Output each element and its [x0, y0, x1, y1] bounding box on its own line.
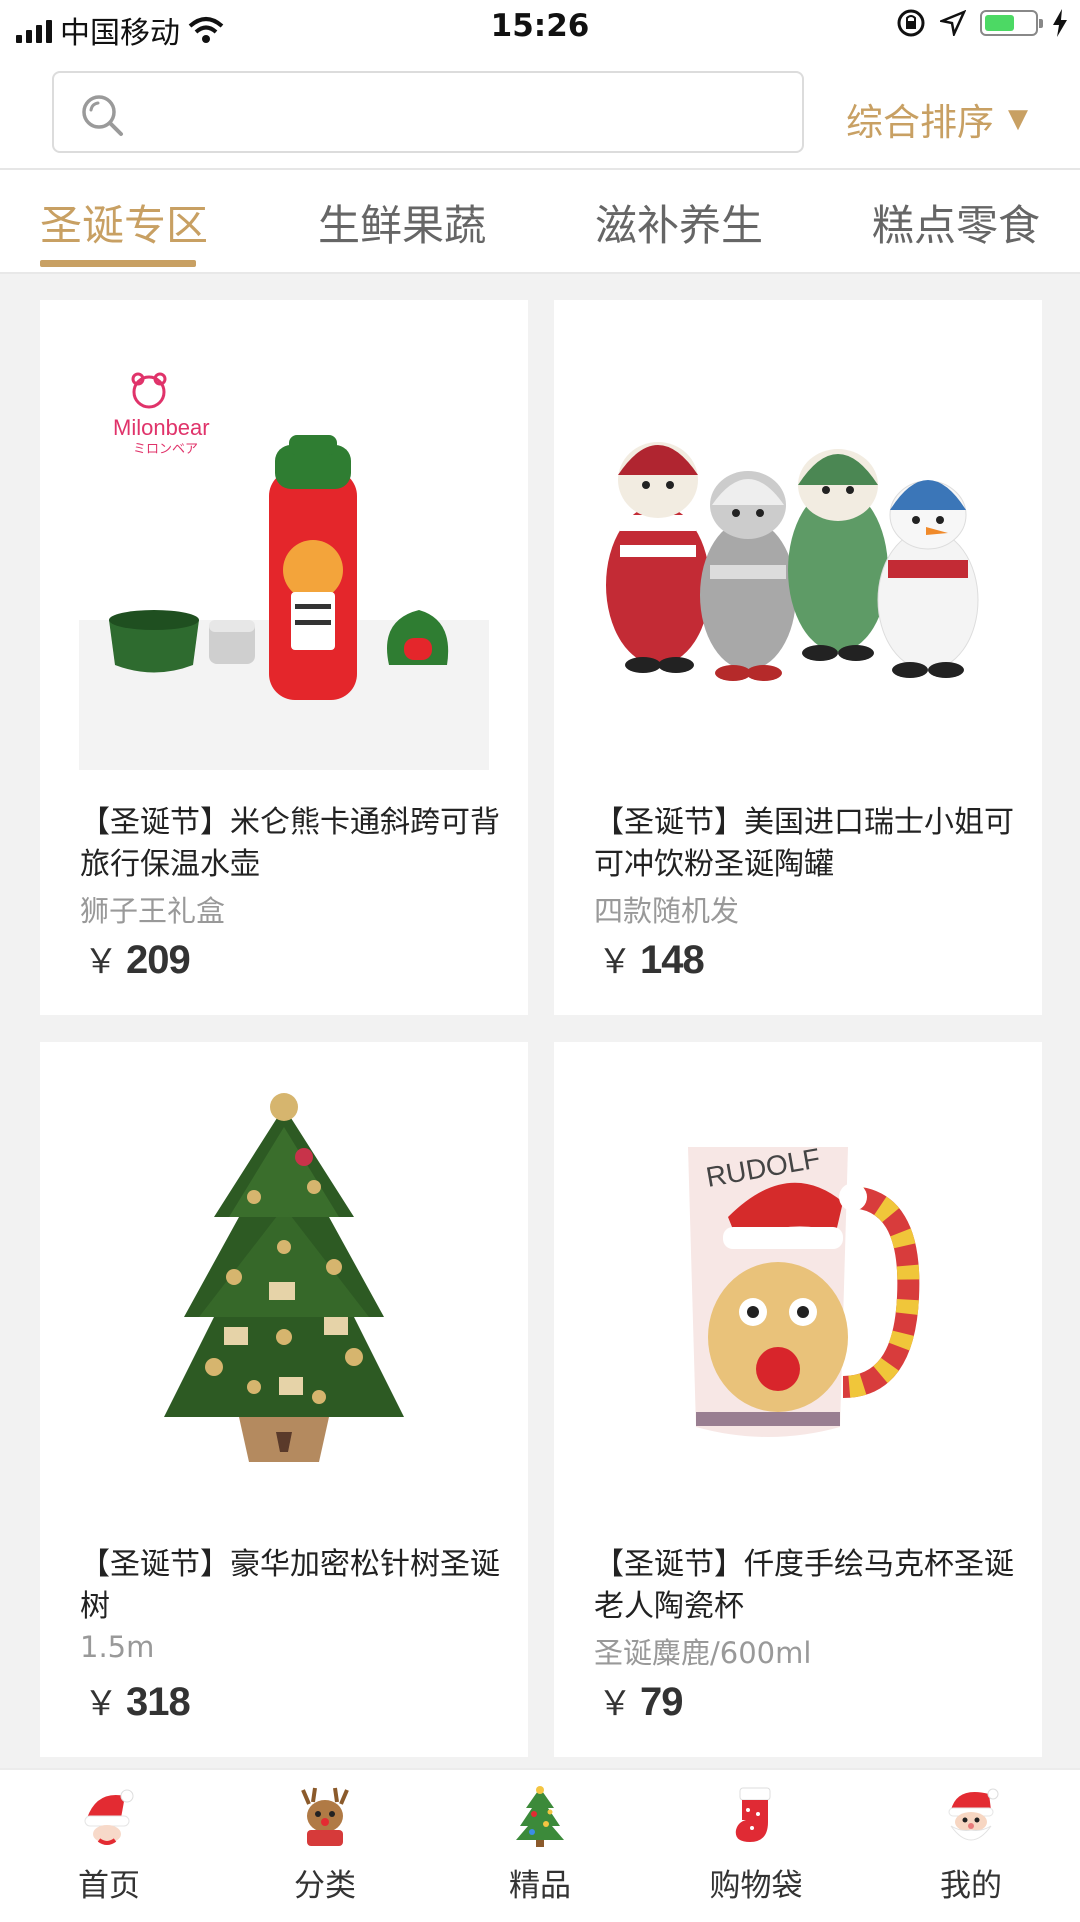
product-title: 【圣诞节】米仑熊卡通斜跨可背旅行保温水壶: [80, 805, 500, 882]
nav-label: 精品: [509, 1868, 571, 1904]
currency-symbol: ￥: [84, 942, 118, 982]
currency-symbol: ￥: [598, 1684, 632, 1724]
currency-symbol: ￥: [598, 942, 632, 982]
svg-text:ミロンベア: ミロンベア: [133, 442, 198, 457]
product-image: [40, 1042, 528, 1532]
price-value: 148: [640, 938, 705, 982]
product-card[interactable]: 【圣诞节】豪华加密松针树圣诞树 1.5m ￥ 318: [40, 1042, 528, 1757]
sort-label: 综合排序: [846, 101, 994, 144]
stocking-icon: [735, 1787, 771, 1842]
category-tabs: 圣诞专区 生鲜果蔬 滋补养生 糕点零食: [0, 170, 1080, 274]
product-subtitle: 四款随机发: [594, 894, 740, 928]
search-icon: [82, 95, 123, 136]
battery-icon: [980, 10, 1043, 36]
product-title: 【圣诞节】仟度手绘马克杯圣诞老人陶瓷杯: [594, 1547, 1014, 1624]
search-bar: 综合排序 ▼: [0, 54, 1080, 170]
santa-hat-icon: [84, 1789, 134, 1845]
christmas-tree-icon: [516, 1786, 564, 1847]
cocoa-jars-image: [588, 335, 1008, 755]
tab-christmas[interactable]: 圣诞专区: [40, 192, 208, 253]
product-price: ￥ 79: [598, 1676, 683, 1725]
product-card[interactable]: Milonbear ミロンベア 【圣诞节】米仑熊卡通斜跨可背旅行保温水壶 狮子王…: [40, 300, 528, 1015]
nav-featured[interactable]: 精品: [465, 1784, 615, 1905]
product-image: Milonbear ミロンベア: [40, 300, 528, 790]
product-title: 【圣诞节】美国进口瑞士小姐可可冲饮粉圣诞陶罐: [594, 805, 1014, 882]
product-image: [554, 300, 1042, 790]
product-card[interactable]: RUDOLF 【圣诞节】仟度手绘马克杯圣诞老人陶瓷杯 圣诞麋鹿/600ml ￥ …: [554, 1042, 1042, 1757]
product-price: ￥ 318: [84, 1676, 191, 1725]
charging-icon: [1053, 9, 1067, 37]
price-value: 318: [126, 1680, 191, 1724]
location-icon: [940, 10, 966, 36]
price-value: 79: [640, 1680, 683, 1724]
currency-symbol: ￥: [84, 1684, 118, 1724]
nav-category[interactable]: 分类: [250, 1784, 400, 1905]
rotation-lock-icon: [897, 9, 925, 37]
product-subtitle: 狮子王礼盒: [80, 894, 226, 928]
product-card[interactable]: 【圣诞节】美国进口瑞士小姐可可冲饮粉圣诞陶罐 四款随机发 ￥ 148: [554, 300, 1042, 1015]
svg-text:Milonbear: Milonbear: [113, 415, 210, 440]
search-input[interactable]: [154, 83, 778, 143]
thermos-bottle-image: Milonbear ミロンベア: [79, 320, 489, 770]
product-image: RUDOLF: [554, 1042, 1042, 1532]
search-box[interactable]: [52, 71, 804, 153]
chevron-down-icon: ▼: [1008, 104, 1028, 134]
status-right: [896, 8, 1068, 38]
santa-face-icon: [948, 1788, 999, 1841]
reindeer-icon: [301, 1787, 349, 1846]
product-subtitle: 圣诞麋鹿/600ml: [594, 1636, 812, 1670]
tab-snacks[interactable]: 糕点零食: [872, 192, 1040, 253]
nav-label: 我的: [940, 1868, 1002, 1904]
bottom-navigation: 首页 分类 精品 购物袋 我的: [0, 1768, 1080, 1922]
nav-profile[interactable]: 我的: [896, 1784, 1046, 1905]
nav-label: 购物袋: [709, 1868, 803, 1904]
product-price: ￥ 148: [598, 934, 705, 983]
price-value: 209: [126, 938, 191, 982]
tab-health[interactable]: 滋补养生: [595, 192, 763, 253]
nav-shopping-bag[interactable]: 购物袋: [681, 1784, 831, 1905]
reindeer-mug-image: RUDOLF: [688, 1142, 920, 1437]
christmas-tree-image: [164, 1093, 404, 1462]
product-price: ￥ 209: [84, 934, 191, 983]
tab-fresh-produce[interactable]: 生鲜果蔬: [318, 192, 486, 253]
nav-label: 分类: [294, 1868, 356, 1904]
nav-home[interactable]: 首页: [34, 1784, 184, 1905]
nav-label: 首页: [78, 1868, 140, 1904]
product-title: 【圣诞节】豪华加密松针树圣诞树: [80, 1547, 500, 1624]
active-tab-indicator: [40, 260, 196, 267]
sort-dropdown[interactable]: 综合排序 ▼: [846, 92, 1028, 146]
status-bar: 中国移动 15:26: [0, 0, 1080, 54]
battery-fill: [985, 15, 1014, 31]
product-subtitle: 1.5m: [80, 1630, 155, 1664]
